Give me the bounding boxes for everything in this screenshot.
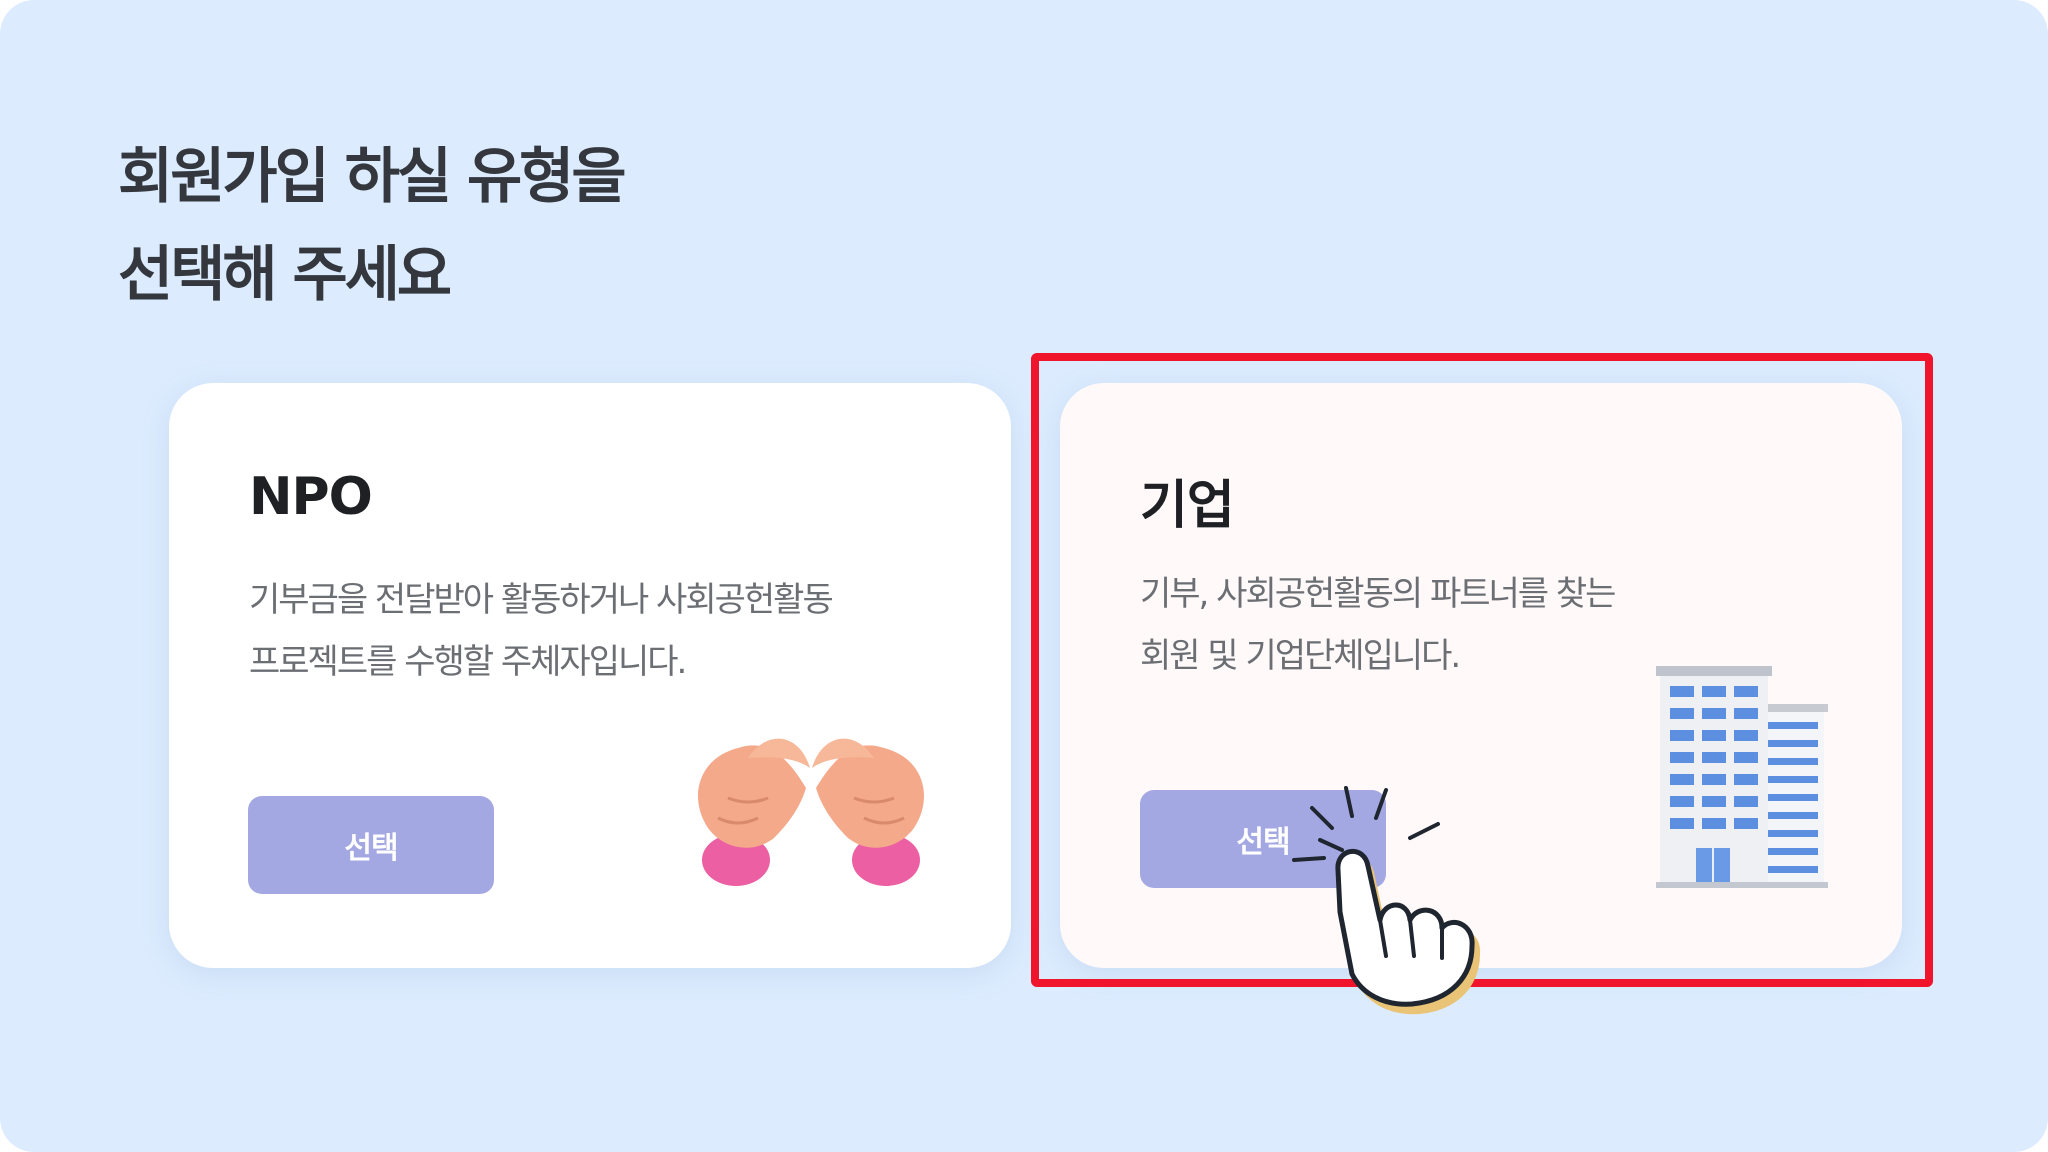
- page-title-line-1: 회원가입 하실 유형을: [118, 142, 627, 212]
- npo-select-button[interactable]: 선택: [248, 796, 494, 894]
- page-background: 회원가입 하실 유형을 선택해 주세요 NPO 기부금을 전달받아 활동하거나 …: [0, 0, 2048, 1152]
- npo-description-line-2: 프로젝트를 수행할 주체자입니다.: [249, 642, 687, 682]
- page-title: 회원가입 하실 유형을 선택해 주세요: [118, 128, 1018, 324]
- npo-description-line-1: 기부금을 전달받아 활동하거나 사회공헌활동: [249, 580, 834, 620]
- heart-hands-icon: [698, 738, 924, 886]
- tapping-hand-cursor-icon: [1292, 786, 1481, 1015]
- npo-card-title: NPO: [249, 467, 373, 527]
- npo-card[interactable]: NPO 기부금을 전달받아 활동하거나 사회공헌활동 프로젝트를 수행할 주체자…: [169, 383, 1011, 968]
- npo-card-description: 기부금을 전달받아 활동하거나 사회공헌활동 프로젝트를 수행할 주체자입니다.: [249, 569, 969, 693]
- page-title-line-2: 선택해 주세요: [118, 240, 452, 310]
